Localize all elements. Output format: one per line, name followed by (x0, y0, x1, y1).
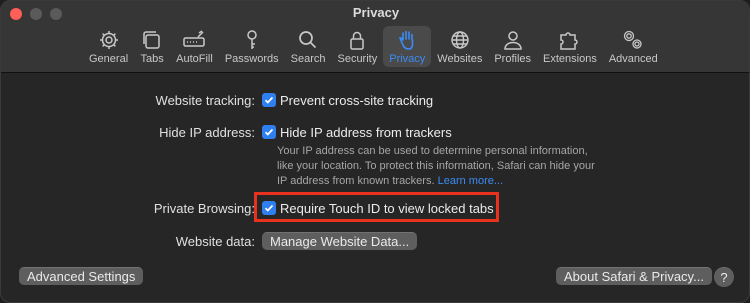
tab-label: Passwords (224, 53, 279, 65)
puzzle-icon (558, 29, 582, 51)
privacy-preferences-window: Privacy General Tabs AutoFill Passwords … (0, 0, 750, 303)
hide-ip-row: Hide IP address: Hide IP address from tr… (1, 123, 749, 141)
advanced-settings-button[interactable]: Advanced Settings (19, 267, 144, 285)
tab-passwords[interactable]: Passwords (219, 26, 285, 67)
gears-icon (621, 29, 645, 51)
tab-search[interactable]: Search (285, 26, 332, 67)
hide-ip-text[interactable]: Hide IP address from trackers (280, 125, 452, 140)
about-safari-privacy-button[interactable]: About Safari & Privacy... (556, 267, 712, 285)
checkmark-icon (264, 96, 274, 104)
tab-label: General (89, 53, 129, 65)
hide-ip-label: Hide IP address: (159, 124, 255, 140)
tab-label: Security (337, 53, 378, 65)
require-touch-id-text[interactable]: Require Touch ID to view locked tabs (280, 201, 494, 216)
checkmark-icon (264, 204, 274, 212)
window-title: Privacy (352, 5, 400, 20)
manage-website-data-button[interactable]: Manage Website Data... (262, 232, 418, 250)
tab-profiles[interactable]: Profiles (488, 26, 537, 67)
tab-websites[interactable]: Websites (431, 26, 488, 67)
tab-label: Profiles (494, 53, 532, 65)
key-icon (240, 29, 264, 51)
require-touch-id-checkbox[interactable] (262, 201, 276, 215)
tab-label: Extensions (543, 53, 597, 65)
prevent-tracking-checkbox[interactable] (262, 93, 276, 107)
help-button[interactable]: ? (714, 267, 734, 287)
website-tracking-row: Website tracking: Prevent cross-site tra… (1, 91, 749, 109)
tab-label: Websites (437, 53, 483, 65)
tab-label: Advanced (608, 53, 658, 65)
hide-ip-description: Your IP address can be used to determine… (277, 144, 607, 189)
tab-advanced[interactable]: Advanced (603, 26, 664, 67)
website-data-label: Website data: (175, 233, 255, 249)
autofill-icon (182, 29, 206, 51)
privacy-pane: Website tracking: Prevent cross-site tra… (1, 73, 749, 302)
tab-privacy[interactable]: Privacy (383, 26, 432, 67)
private-browsing-row: Private Browsing: Require Touch ID to vi… (1, 199, 749, 217)
hide-ip-checkbox[interactable] (262, 125, 276, 139)
tab-label: Search (290, 53, 326, 65)
tab-label: Tabs (140, 53, 164, 65)
lock-icon (345, 29, 369, 51)
gear-icon (97, 29, 121, 51)
tab-label: Privacy (389, 53, 426, 65)
hide-ip-description-text: Your IP address can be used to determine… (277, 145, 595, 187)
tab-extensions[interactable]: Extensions (537, 26, 603, 67)
search-icon (296, 29, 320, 51)
tabs-icon (140, 29, 164, 51)
hand-icon (395, 29, 419, 51)
preferences-tabs: General Tabs AutoFill Passwords Search S… (83, 26, 664, 67)
tab-tabs[interactable]: Tabs (134, 26, 170, 67)
tab-general[interactable]: General (83, 26, 134, 67)
prevent-tracking-text[interactable]: Prevent cross-site tracking (280, 93, 433, 108)
private-browsing-label: Private Browsing: (153, 200, 255, 216)
tab-autofill[interactable]: AutoFill (170, 26, 219, 67)
website-data-row: Website data: Manage Website Data... (1, 231, 749, 251)
checkmark-icon (264, 128, 274, 136)
person-icon (501, 29, 525, 51)
globe-icon (448, 29, 472, 51)
toolbar: Privacy General Tabs AutoFill Passwords … (1, 1, 749, 73)
learn-more-link[interactable]: Learn more... (438, 175, 503, 187)
tab-label: AutoFill (176, 53, 213, 65)
tab-security[interactable]: Security (331, 26, 383, 67)
website-tracking-label: Website tracking: (155, 92, 255, 108)
